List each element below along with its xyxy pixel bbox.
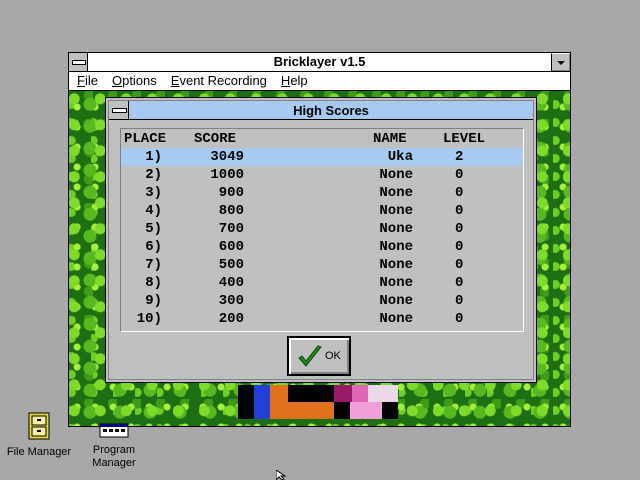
program-manager-desktop-icon[interactable]: Program Manager <box>84 420 144 470</box>
cell-score: 200 <box>218 311 244 327</box>
menu-help-mnemonic: H <box>280 73 291 88</box>
brick <box>382 402 398 419</box>
header-score: SCORE <box>194 131 237 147</box>
cell-level: 2 <box>455 149 464 165</box>
cell-level: 0 <box>455 275 464 291</box>
brick <box>368 385 398 402</box>
brick <box>270 402 334 419</box>
cell-level: 0 <box>455 167 464 183</box>
cell-place: 1) <box>145 149 162 165</box>
cell-name: Uka <box>387 149 413 165</box>
menu-options-mnemonic: O <box>111 73 123 88</box>
table-row[interactable]: 5) 700 None 0 <box>121 220 523 238</box>
header-name: NAME <box>373 131 407 147</box>
table-row[interactable]: 4) 800 None 0 <box>121 202 523 220</box>
table-row[interactable]: 3) 900 None 0 <box>121 184 523 202</box>
menu-options-rest: ptions <box>122 73 157 88</box>
program-manager-label: Program Manager <box>92 444 136 469</box>
cell-score: 1000 <box>210 167 244 183</box>
cell-score: 900 <box>218 185 244 201</box>
cell-place: 9) <box>145 293 162 309</box>
ok-button[interactable]: OK <box>287 336 351 376</box>
cell-score: 700 <box>218 221 244 237</box>
table-row[interactable]: 7) 500 None 0 <box>121 256 523 274</box>
brick <box>238 385 254 419</box>
cell-place: 8) <box>145 275 162 291</box>
cell-score: 800 <box>218 203 244 219</box>
menu-event-recording[interactable]: Event Recording <box>171 73 267 89</box>
table-row[interactable]: 10) 200 None 0 <box>121 310 523 328</box>
table-row[interactable]: 6) 600 None 0 <box>121 238 523 256</box>
cell-place: 2) <box>145 167 162 183</box>
cell-name: None <box>379 257 413 273</box>
cell-place: 3) <box>145 185 162 201</box>
ok-label: OK <box>325 350 341 362</box>
table-header: PLACE SCORE NAME LEVEL <box>121 130 523 148</box>
brick <box>270 385 288 402</box>
cell-score: 400 <box>218 275 244 291</box>
file-manager-desktop-icon[interactable]: File Manager <box>4 412 74 459</box>
brick <box>334 402 350 419</box>
cell-name: None <box>379 311 413 327</box>
dialog-title: High Scores <box>293 103 369 118</box>
minimize-button[interactable] <box>551 53 570 71</box>
cell-name: None <box>379 185 413 201</box>
cell-level: 0 <box>455 185 464 201</box>
cell-name: None <box>379 203 413 219</box>
cell-place: 10) <box>136 311 162 327</box>
cell-name: None <box>379 239 413 255</box>
cell-score: 500 <box>218 257 244 273</box>
cell-name: None <box>379 275 413 291</box>
cell-name: None <box>379 167 413 183</box>
menu-event-recording-rest: vent Recording <box>179 73 267 88</box>
cell-level: 0 <box>455 221 464 237</box>
program-manager-icon <box>99 423 129 438</box>
system-menu-button[interactable] <box>69 53 88 71</box>
brick-stack <box>238 385 400 419</box>
high-scores-dialog: High Scores PLACE SCORE NAME LEVEL 1) 30… <box>105 97 537 383</box>
cell-name: None <box>379 293 413 309</box>
cell-level: 0 <box>455 293 464 309</box>
menu-help[interactable]: Help <box>281 73 308 89</box>
menu-file[interactable]: File <box>77 73 98 89</box>
menu-help-rest: elp <box>290 73 308 88</box>
table-row[interactable]: 8) 400 None 0 <box>121 274 523 292</box>
window-title: Bricklayer v1.5 <box>273 54 366 69</box>
brick <box>334 385 352 402</box>
header-place: PLACE <box>124 131 167 147</box>
dialog-title-bar[interactable]: High Scores <box>109 101 533 120</box>
high-score-table: PLACE SCORE NAME LEVEL 1) 3049 Uka 2 2) … <box>120 128 524 332</box>
brick <box>350 402 382 419</box>
menu-file-mnemonic: F <box>77 73 85 88</box>
cell-level: 0 <box>455 239 464 255</box>
cell-score: 600 <box>218 239 244 255</box>
dialog-system-menu-button[interactable] <box>109 101 129 119</box>
cell-level: 0 <box>455 257 464 273</box>
table-row[interactable]: 1) 3049 Uka 2 <box>121 148 523 166</box>
cell-name: None <box>379 221 413 237</box>
file-manager-label: File Manager <box>6 446 72 458</box>
menu-bar: File Options Event Recording Help <box>69 72 570 91</box>
table-row[interactable]: 2) 1000 None 0 <box>121 166 523 184</box>
cell-place: 4) <box>145 203 162 219</box>
table-row[interactable]: 9) 300 None 0 <box>121 292 523 310</box>
brick <box>288 385 334 402</box>
cell-score: 3049 <box>210 149 244 165</box>
cell-place: 6) <box>145 239 162 255</box>
menu-options[interactable]: Options <box>112 73 157 89</box>
cell-level: 0 <box>455 311 464 327</box>
cell-score: 300 <box>218 293 244 309</box>
checkmark-icon <box>298 345 322 367</box>
mouse-cursor-icon <box>276 470 287 480</box>
title-bar[interactable]: Bricklayer v1.5 <box>69 53 570 72</box>
brick <box>254 385 270 419</box>
header-level: LEVEL <box>443 131 486 147</box>
file-cabinet-icon <box>28 412 50 440</box>
cell-place: 7) <box>145 257 162 273</box>
menu-file-rest: ile <box>84 73 98 88</box>
cell-level: 0 <box>455 203 464 219</box>
brick <box>352 385 368 402</box>
cell-place: 5) <box>145 221 162 237</box>
